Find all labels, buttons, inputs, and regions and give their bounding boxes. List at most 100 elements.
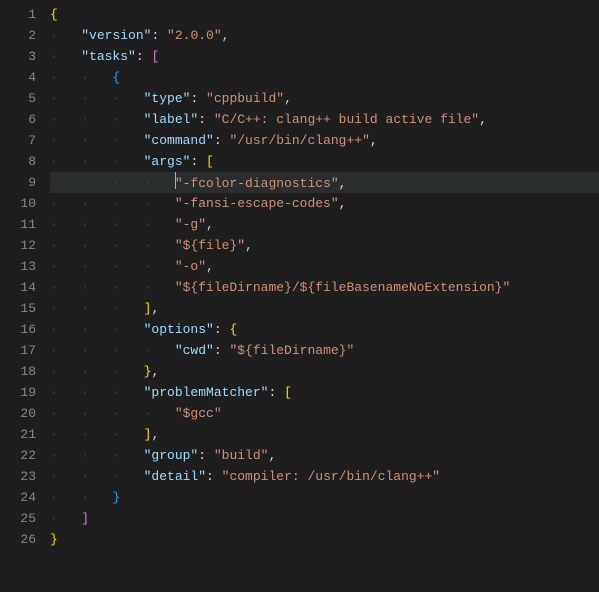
code-area[interactable]: {· "version": "2.0.0",· "tasks": [· · {·… (50, 4, 599, 592)
token: "args" (144, 154, 191, 169)
code-line[interactable]: · · · "options": { (50, 319, 599, 340)
token: , (284, 91, 292, 106)
code-line[interactable]: · · · · "-g", (50, 214, 599, 235)
indent-guide: · · · · (50, 406, 175, 421)
token: "tasks" (81, 49, 136, 64)
line-number: 26 (0, 529, 36, 550)
token: "-fansi-escape-codes" (175, 196, 339, 211)
token: "${fileDirname}" (229, 343, 354, 358)
line-number: 22 (0, 445, 36, 466)
token: "detail" (144, 469, 206, 484)
token: "-fcolor-diagnostics" (175, 176, 339, 191)
code-editor[interactable]: 1234567891011121314151617181920212223242… (0, 0, 599, 592)
token: "problemMatcher" (144, 385, 269, 400)
indent-guide: · · · (50, 112, 144, 127)
code-line[interactable]: · · · "type": "cppbuild", (50, 88, 599, 109)
token: : (151, 28, 167, 43)
token: "compiler: /usr/bin/clang++" (222, 469, 440, 484)
code-line[interactable]: · · } (50, 487, 599, 508)
indent-guide: · · · (50, 385, 144, 400)
code-line[interactable]: · · · · "$gcc" (50, 403, 599, 424)
code-line[interactable]: · · { (50, 67, 599, 88)
token: [ (151, 49, 159, 64)
code-line[interactable]: · · · ], (50, 424, 599, 445)
token: "$gcc" (175, 406, 222, 421)
token: : (198, 112, 214, 127)
line-number: 12 (0, 235, 36, 256)
token: , (151, 427, 159, 442)
line-number: 15 (0, 298, 36, 319)
token: : (206, 469, 222, 484)
code-line[interactable]: { (50, 4, 599, 25)
indent-guide: · · · (50, 322, 144, 337)
token: , (222, 28, 230, 43)
token: { (112, 70, 120, 85)
token: "-o" (175, 259, 206, 274)
indent-guide: · · · · (50, 259, 175, 274)
line-number: 25 (0, 508, 36, 529)
token: : (190, 154, 206, 169)
indent-guide: · · · · (50, 343, 175, 358)
code-line[interactable]: · · · · "-o", (50, 256, 599, 277)
token: : (214, 322, 230, 337)
token: "2.0.0" (167, 28, 222, 43)
line-number: 19 (0, 382, 36, 403)
token: [ (284, 385, 292, 400)
token: : (268, 385, 284, 400)
indent-guide: · · (50, 70, 112, 85)
line-number: 4 (0, 67, 36, 88)
token: "cppbuild" (206, 91, 284, 106)
code-line[interactable]: · · · · "cwd": "${fileDirname}" (50, 340, 599, 361)
line-number: 17 (0, 340, 36, 361)
token: : (214, 133, 230, 148)
code-line[interactable]: · · · "label": "C/C++: clang++ build act… (50, 109, 599, 130)
line-number: 14 (0, 277, 36, 298)
token: , (151, 301, 159, 316)
token: , (339, 196, 347, 211)
token: [ (206, 154, 214, 169)
code-line[interactable]: · · · "detail": "compiler: /usr/bin/clan… (50, 466, 599, 487)
token: , (206, 217, 214, 232)
token: "C/C++: clang++ build active file" (214, 112, 479, 127)
code-line[interactable]: · · · ], (50, 298, 599, 319)
indent-guide: · (50, 511, 81, 526)
indent-guide: · · · · (50, 217, 175, 232)
line-number: 23 (0, 466, 36, 487)
token: "options" (144, 322, 214, 337)
code-line[interactable]: } (50, 529, 599, 550)
token: "cwd" (175, 343, 214, 358)
line-number-gutter: 1234567891011121314151617181920212223242… (0, 4, 50, 592)
code-line[interactable]: · · · "problemMatcher": [ (50, 382, 599, 403)
indent-guide: · · · · (50, 280, 175, 295)
token: "-g" (175, 217, 206, 232)
code-line[interactable]: · · · "command": "/usr/bin/clang++", (50, 130, 599, 151)
token: , (268, 448, 276, 463)
code-line[interactable]: · · · · "${file}", (50, 235, 599, 256)
token: "group" (144, 448, 199, 463)
line-number: 10 (0, 193, 36, 214)
line-number: 13 (0, 256, 36, 277)
line-number: 3 (0, 46, 36, 67)
indent-guide: · · · (50, 448, 144, 463)
token: ] (81, 511, 89, 526)
token: { (50, 7, 58, 22)
indent-guide: · · · · (50, 176, 175, 191)
indent-guide: · · · (50, 469, 144, 484)
code-line[interactable]: · · · "args": [ (50, 151, 599, 172)
code-line[interactable]: · · · }, (50, 361, 599, 382)
code-line[interactable]: · "version": "2.0.0", (50, 25, 599, 46)
code-line[interactable]: · · · "group": "build", (50, 445, 599, 466)
token: : (214, 343, 230, 358)
code-line[interactable]: · ] (50, 508, 599, 529)
indent-guide: · · · (50, 301, 144, 316)
token: "label" (144, 112, 199, 127)
code-line[interactable]: · "tasks": [ (50, 46, 599, 67)
code-line[interactable]: · · · · "-fansi-escape-codes", (50, 193, 599, 214)
code-line[interactable]: · · · · "${fileDirname}/${fileBasenameNo… (50, 277, 599, 298)
indent-guide: · (50, 28, 81, 43)
line-number: 24 (0, 487, 36, 508)
code-line[interactable]: · · · · "-fcolor-diagnostics", (50, 172, 599, 193)
line-number: 18 (0, 361, 36, 382)
line-number: 2 (0, 25, 36, 46)
line-number: 7 (0, 130, 36, 151)
